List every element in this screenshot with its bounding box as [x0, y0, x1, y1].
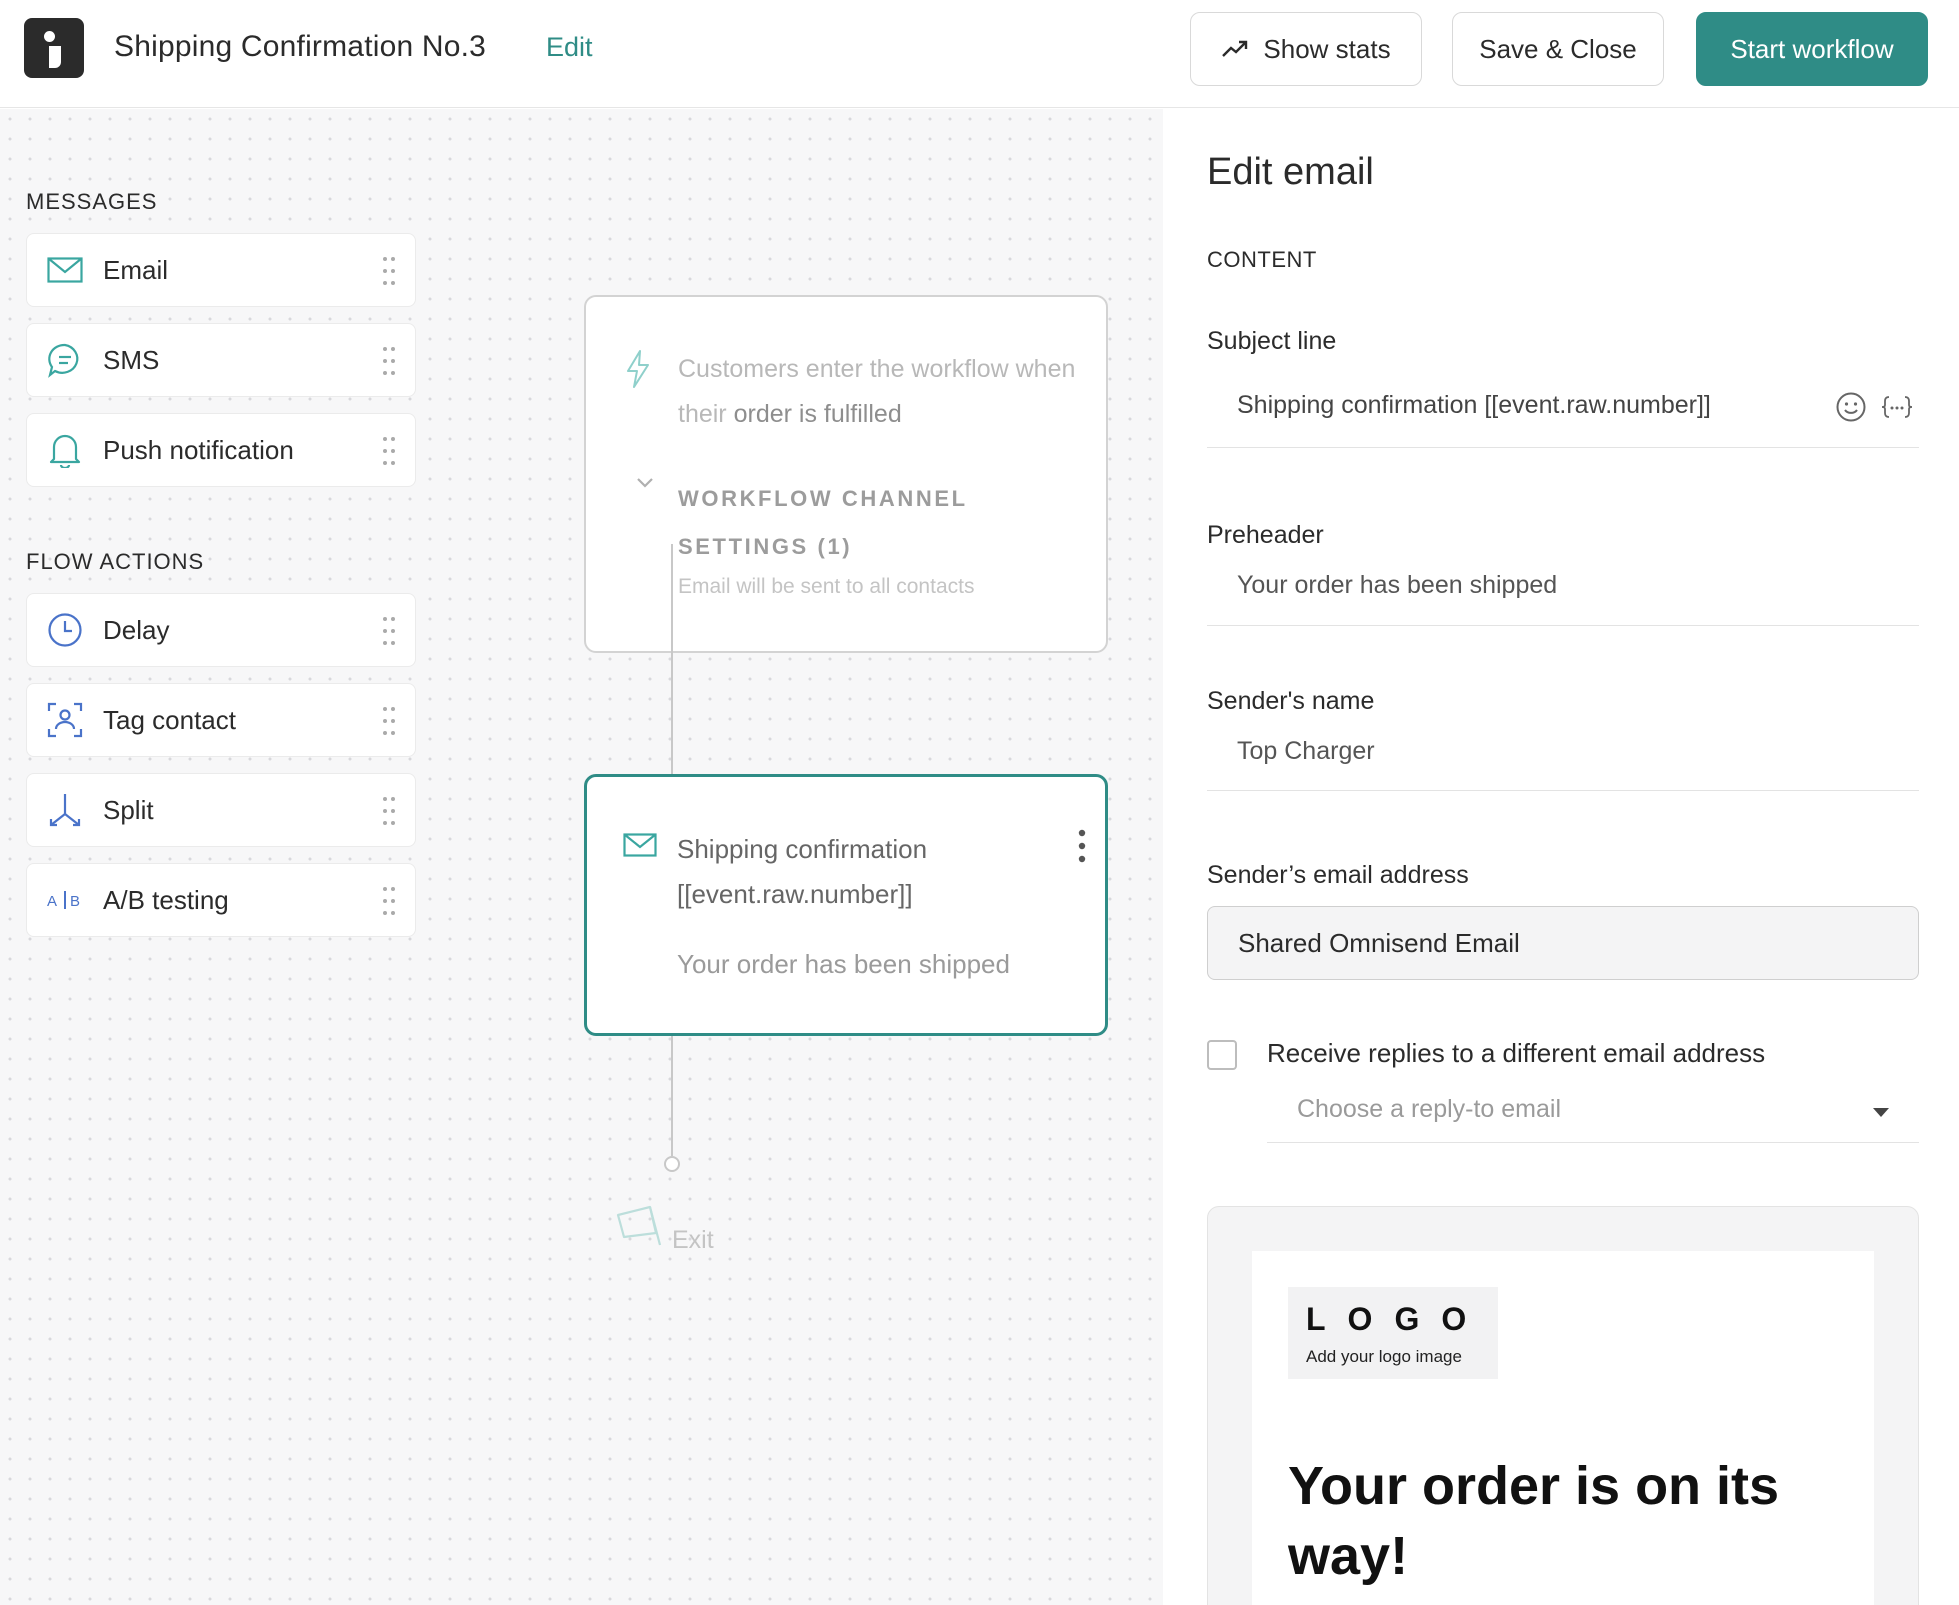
reply-to-email-select[interactable]: Choose a reply-to email — [1267, 1079, 1919, 1143]
subject-line-input[interactable]: Shipping confirmation [[event.raw.number… — [1237, 391, 1711, 420]
app-logo[interactable] — [24, 18, 84, 78]
drag-handle-icon[interactable] — [383, 256, 395, 286]
show-stats-label: Show stats — [1263, 33, 1391, 64]
library-item-ab-testing[interactable]: AB A/B testing — [26, 863, 416, 937]
start-workflow-button[interactable]: Start workflow — [1696, 12, 1928, 86]
edit-title-link[interactable]: Edit — [546, 32, 593, 63]
sender-name-underline — [1207, 790, 1919, 791]
library-item-label: Delay — [103, 614, 170, 645]
bell-icon — [45, 430, 85, 470]
workflow-channel-settings-toggle[interactable]: WORKFLOW CHANNEL SETTINGS (1) — [678, 475, 1018, 571]
sender-name-input[interactable]: Top Charger — [1237, 737, 1375, 766]
subject-line-underline — [1207, 447, 1919, 448]
email-node[interactable]: Shipping confirmation [[event.raw.number… — [584, 774, 1108, 1036]
drag-handle-icon[interactable] — [383, 796, 395, 826]
tag-contact-icon — [45, 700, 85, 740]
kebab-menu-icon[interactable] — [1077, 829, 1087, 863]
email-preview-body: LOGO Add your logo image Your order is o… — [1252, 1251, 1874, 1605]
trigger-node[interactable]: Customers enter the workflow when their … — [584, 295, 1108, 653]
preheader-underline — [1207, 625, 1919, 626]
trending-up-icon — [1222, 40, 1248, 57]
library-item-label: Email — [103, 254, 169, 285]
email-headline: Your order is on its way! — [1288, 1456, 1780, 1586]
logo-dot — [44, 31, 55, 42]
library-item-label: A/B testing — [103, 884, 229, 915]
messages-heading: MESSAGES — [26, 189, 158, 214]
preheader-input[interactable]: Your order has been shipped — [1237, 571, 1557, 600]
library-item-delay[interactable]: Delay — [26, 593, 416, 667]
top-header: Shipping Confirmation No.3 Edit Show sta… — [0, 0, 1959, 108]
content-heading: CONTENT — [1207, 247, 1317, 272]
svg-text:A: A — [47, 893, 57, 910]
split-icon — [45, 790, 85, 830]
logo-placeholder-text: LOGO — [1306, 1301, 1489, 1337]
library-item-sms[interactable]: SMS — [26, 323, 416, 397]
workflow-title: Shipping Confirmation No.3 — [114, 30, 487, 63]
library-item-push-notification[interactable]: Push notification — [26, 413, 416, 487]
connector-end-dot — [664, 1156, 680, 1172]
panel-title: Edit email — [1207, 151, 1374, 193]
personalization-tag-icon[interactable] — [1881, 395, 1913, 419]
logo-bar — [49, 46, 61, 68]
trigger-condition: order is fulfilled — [733, 400, 902, 428]
sender-email-label: Sender’s email address — [1207, 861, 1469, 889]
ab-testing-icon: AB — [45, 880, 85, 920]
email-preview[interactable]: LOGO Add your logo image Your order is o… — [1207, 1206, 1919, 1605]
drag-handle-icon[interactable] — [383, 436, 395, 466]
save-close-button[interactable]: Save & Close — [1452, 12, 1664, 86]
logo-placeholder-hint: Add your logo image — [1306, 1347, 1462, 1366]
caret-down-icon — [1873, 1108, 1889, 1117]
library-item-tag-contact[interactable]: Tag contact — [26, 683, 416, 757]
library-item-label: Tag contact — [103, 704, 236, 735]
library-item-split[interactable]: Split — [26, 773, 416, 847]
exit-label: Exit — [672, 1226, 714, 1254]
drag-handle-icon[interactable] — [383, 706, 395, 736]
email-node-preheader: Your order has been shipped — [677, 949, 1010, 979]
library-item-email[interactable]: Email — [26, 233, 416, 307]
chevron-down-icon[interactable] — [636, 477, 654, 489]
flow-connector — [671, 1036, 673, 1156]
library-item-label: Push notification — [103, 434, 294, 465]
chat-bubble-icon — [45, 340, 85, 380]
lightning-icon — [627, 350, 649, 388]
sender-name-label: Sender's name — [1207, 687, 1375, 715]
subject-line-label: Subject line — [1207, 327, 1337, 355]
envelope-icon — [623, 833, 657, 857]
subject-line-tools — [1835, 391, 1913, 423]
library-item-label: Split — [103, 794, 154, 825]
library-item-label: SMS — [103, 344, 160, 375]
emoji-icon[interactable] — [1835, 391, 1867, 423]
sender-email-select[interactable]: Shared Omnisend Email — [1207, 906, 1919, 980]
email-node-title: Shipping confirmation [[event.raw.number… — [677, 834, 928, 909]
flow-actions-heading: FLOW ACTIONS — [26, 549, 205, 574]
reply-to-checkbox-label[interactable]: Receive replies to a different email add… — [1267, 1038, 1765, 1069]
show-stats-button[interactable]: Show stats — [1190, 12, 1422, 86]
drag-handle-icon[interactable] — [383, 346, 395, 376]
flag-icon — [616, 1205, 662, 1246]
trigger-description: Customers enter the workflow when their … — [678, 347, 1078, 437]
logo-placeholder[interactable]: LOGO Add your logo image — [1288, 1287, 1498, 1379]
workflow-canvas[interactable]: MESSAGES Email SMS Push notification FLO… — [0, 109, 1163, 1605]
drag-handle-icon[interactable] — [383, 616, 395, 646]
preheader-label: Preheader — [1207, 521, 1324, 549]
flow-connector — [671, 544, 673, 774]
envelope-icon — [45, 250, 85, 290]
reply-to-placeholder: Choose a reply-to email — [1297, 1095, 1562, 1123]
channel-settings-note: Email will be sent to all contacts — [678, 575, 975, 598]
reply-to-checkbox[interactable] — [1207, 1040, 1237, 1070]
clock-icon — [45, 610, 85, 650]
edit-email-panel: Edit email CONTENT Subject line Shipping… — [1163, 109, 1959, 1605]
svg-text:B: B — [70, 893, 80, 910]
drag-handle-icon[interactable] — [383, 886, 395, 916]
